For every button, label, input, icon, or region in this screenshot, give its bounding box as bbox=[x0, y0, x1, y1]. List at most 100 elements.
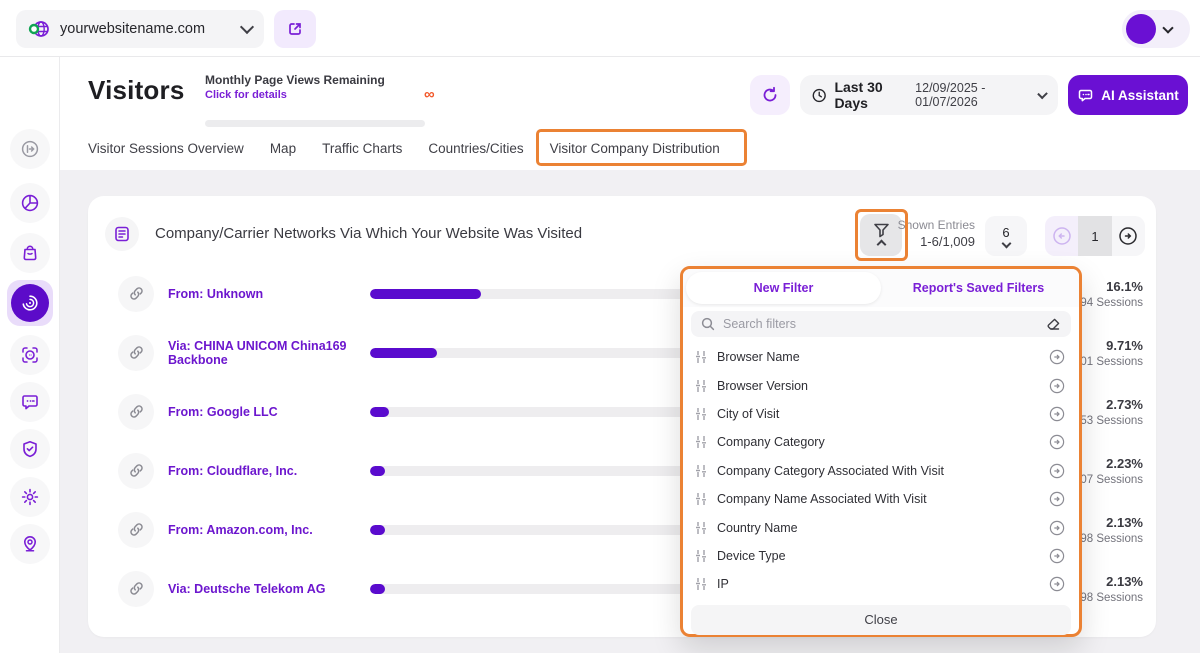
ai-assistant-button[interactable]: AI Assistant bbox=[1068, 75, 1188, 115]
open-website-button[interactable] bbox=[274, 10, 316, 48]
drag-handle-icon[interactable] bbox=[695, 407, 707, 421]
report-tabs: Visitor Sessions Overview Map Traffic Ch… bbox=[88, 135, 720, 162]
tab-reports-saved-filters[interactable]: Report's Saved Filters bbox=[881, 272, 1076, 304]
refresh-icon bbox=[763, 86, 777, 102]
tab-visitor-sessions-overview[interactable]: Visitor Sessions Overview bbox=[88, 135, 244, 162]
arrow-right-circle-icon[interactable] bbox=[1049, 576, 1065, 592]
visitors-radar-icon bbox=[11, 284, 49, 322]
ai-chat-icon bbox=[1078, 89, 1093, 101]
page-title: Visitors bbox=[88, 75, 185, 105]
filter-item-browser-name[interactable]: Browser Name bbox=[683, 343, 1079, 371]
link-icon bbox=[118, 511, 154, 548]
arrow-right-circle-icon[interactable] bbox=[1049, 548, 1065, 564]
network-label[interactable]: From: Google LLC bbox=[168, 405, 358, 419]
arrow-right-circle-icon[interactable] bbox=[1049, 520, 1065, 536]
drag-handle-icon[interactable] bbox=[695, 521, 707, 535]
link-icon bbox=[118, 452, 154, 489]
chevron-up-icon bbox=[876, 239, 886, 249]
network-label[interactable]: From: Amazon.com, Inc. bbox=[168, 523, 358, 537]
card-title: Company/Carrier Networks Via Which Your … bbox=[155, 225, 583, 242]
drag-handle-icon[interactable] bbox=[695, 379, 707, 393]
next-page-button[interactable] bbox=[1111, 216, 1145, 256]
chevron-down-icon bbox=[1162, 21, 1174, 34]
chevron-down-icon bbox=[1037, 88, 1048, 99]
dashboard-pie-icon[interactable] bbox=[10, 183, 50, 223]
network-label[interactable]: Via: Deutsche Telekom AG bbox=[168, 582, 358, 596]
filter-item-browser-version[interactable]: Browser Version bbox=[683, 371, 1079, 399]
filter-item-company-name-associated[interactable]: Company Name Associated With Visit bbox=[683, 485, 1079, 513]
collapse-sidebar-icon[interactable] bbox=[10, 129, 50, 169]
filter-items-list: Browser Name Browser Version City of Vis… bbox=[683, 341, 1079, 601]
tab-visitor-company-distribution[interactable]: Visitor Company Distribution bbox=[550, 135, 720, 162]
infinity-value: ∞ bbox=[424, 86, 435, 103]
session-recording-icon[interactable] bbox=[10, 335, 50, 375]
report-document-icon bbox=[115, 226, 129, 242]
filter-item-city-of-visit[interactable]: City of Visit bbox=[683, 400, 1079, 428]
arrow-right-circle-icon[interactable] bbox=[1049, 434, 1065, 450]
arrow-right-circle-icon[interactable] bbox=[1049, 463, 1065, 479]
pagination: 1 bbox=[1045, 216, 1145, 256]
website-name: yourwebsitename.com bbox=[60, 21, 206, 37]
quota-label: Monthly Page Views Remaining bbox=[205, 73, 385, 87]
arrow-right-circle-icon[interactable] bbox=[1049, 378, 1065, 394]
percent-value: 9.71% bbox=[1106, 337, 1143, 353]
tab-new-filter[interactable]: New Filter bbox=[686, 272, 881, 304]
report-icon-badge bbox=[105, 217, 139, 251]
filter-item-device-type[interactable]: Device Type bbox=[683, 542, 1079, 570]
prev-page-button[interactable] bbox=[1045, 216, 1079, 256]
refresh-button[interactable] bbox=[750, 75, 790, 115]
drag-handle-icon[interactable] bbox=[695, 350, 707, 364]
arrow-right-circle-icon[interactable] bbox=[1049, 406, 1065, 422]
feedback-chat-icon[interactable] bbox=[10, 382, 50, 422]
eraser-icon[interactable] bbox=[1046, 317, 1061, 332]
website-selector[interactable]: yourwebsitename.com bbox=[16, 10, 264, 48]
settings-gear-icon[interactable] bbox=[10, 477, 50, 517]
close-button[interactable]: Close bbox=[691, 604, 1071, 635]
filter-item-company-category-associated[interactable]: Company Category Associated With Visit bbox=[683, 457, 1079, 485]
sessions-value: 901 Sessions bbox=[1073, 355, 1143, 368]
chevron-down-icon bbox=[239, 19, 255, 35]
website-globe-icon bbox=[28, 18, 50, 40]
tab-traffic-charts[interactable]: Traffic Charts bbox=[322, 135, 402, 162]
privacy-shield-icon[interactable] bbox=[10, 429, 50, 469]
drag-handle-icon[interactable] bbox=[695, 549, 707, 563]
filter-item-country-name[interactable]: Country Name bbox=[683, 513, 1079, 541]
percent-value: 2.13% bbox=[1106, 573, 1143, 589]
arrow-left-circle-icon bbox=[1052, 227, 1071, 245]
network-label[interactable]: Via: CHINA UNICOM China169 Backbone bbox=[168, 339, 358, 367]
row-stats: 2.23% 207 Sessions bbox=[1074, 456, 1143, 486]
percent-value: 2.13% bbox=[1106, 514, 1143, 530]
network-label[interactable]: From: Cloudflare, Inc. bbox=[168, 464, 358, 478]
drag-handle-icon[interactable] bbox=[695, 577, 707, 591]
sidebar bbox=[0, 57, 60, 653]
drag-handle-icon[interactable] bbox=[695, 492, 707, 506]
search-input[interactable] bbox=[723, 317, 1038, 331]
filter-item-company-category[interactable]: Company Category bbox=[683, 428, 1079, 456]
page-size-selector[interactable]: 6 bbox=[985, 216, 1027, 256]
link-icon bbox=[118, 275, 154, 312]
external-link-icon bbox=[289, 23, 301, 35]
sessions-value: 198 Sessions bbox=[1073, 591, 1143, 604]
date-range-value: 12/09/2025 - 01/07/2026 bbox=[915, 81, 986, 109]
arrow-right-circle-icon[interactable] bbox=[1049, 349, 1065, 365]
date-range-picker[interactable]: Last 30 Days 12/09/2025 - 01/07/2026 bbox=[800, 75, 1058, 115]
arrow-right-circle-icon[interactable] bbox=[1049, 491, 1065, 507]
sidebar-item-visitors-active[interactable] bbox=[7, 280, 53, 326]
link-icon bbox=[118, 570, 154, 607]
network-label[interactable]: From: Unknown bbox=[168, 287, 358, 301]
ecommerce-bag-icon[interactable] bbox=[10, 233, 50, 273]
location-pin-icon[interactable] bbox=[10, 524, 50, 564]
row-stats: 9.71% 901 Sessions bbox=[1074, 338, 1143, 368]
tab-map[interactable]: Map bbox=[270, 135, 296, 162]
tab-countries-cities[interactable]: Countries/Cities bbox=[428, 135, 523, 162]
user-menu[interactable] bbox=[1122, 10, 1190, 48]
drag-handle-icon[interactable] bbox=[695, 435, 707, 449]
link-icon bbox=[118, 393, 154, 430]
filter-item-ip[interactable]: IP bbox=[683, 570, 1079, 598]
quota-details-link[interactable]: Click for details bbox=[205, 89, 445, 101]
shown-entries-label: Shown Entries bbox=[897, 218, 975, 232]
date-range-label: Last 30 Days bbox=[834, 79, 883, 111]
link-icon bbox=[118, 334, 154, 371]
filter-panel-tabs: New Filter Report's Saved Filters bbox=[683, 269, 1079, 307]
drag-handle-icon[interactable] bbox=[695, 464, 707, 478]
